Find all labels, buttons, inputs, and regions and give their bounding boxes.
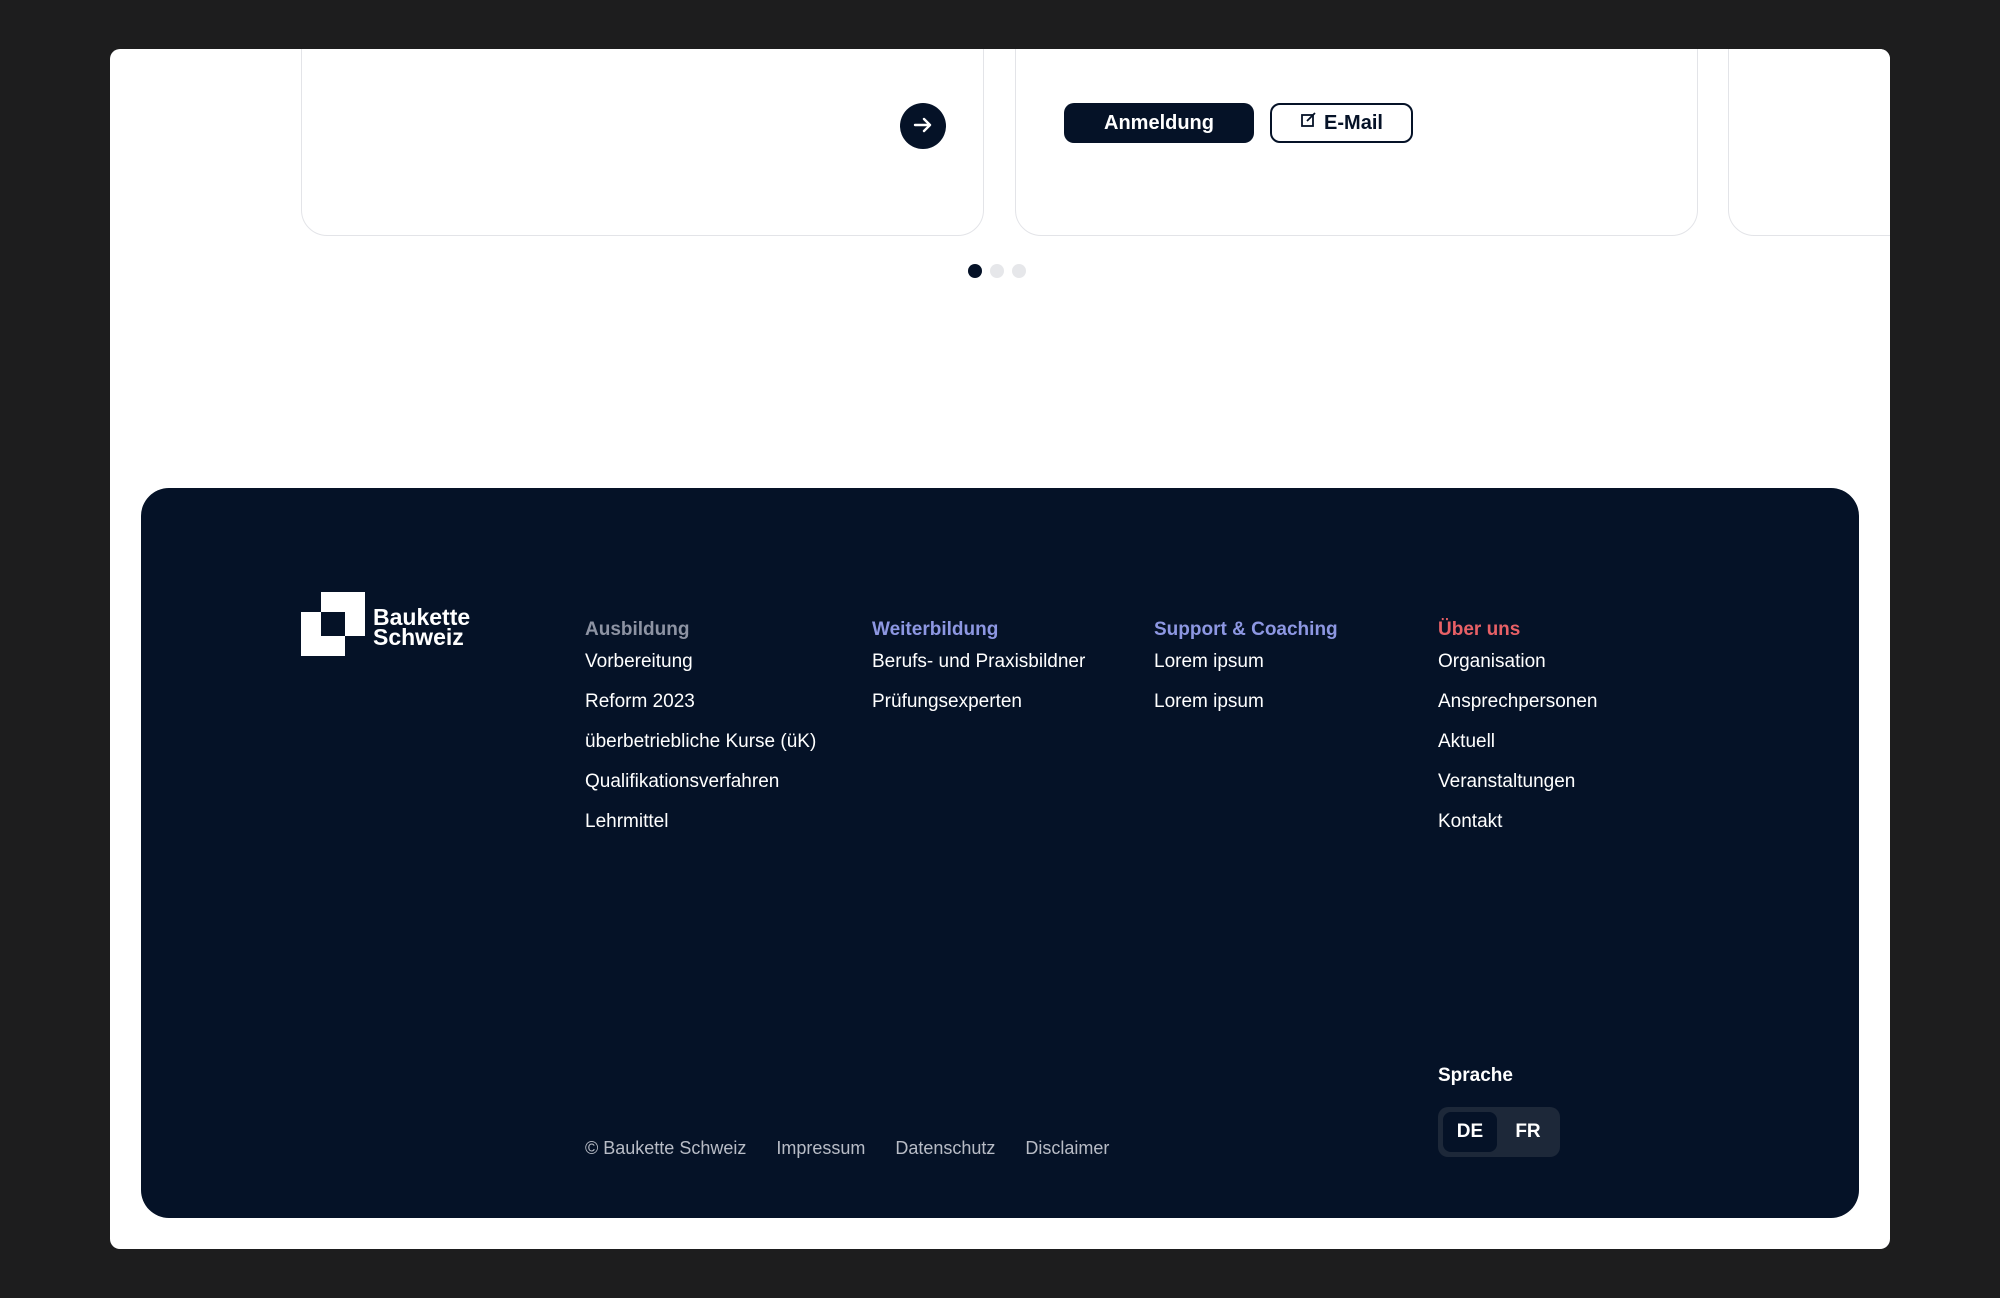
footer-link[interactable]: Lorem ipsum — [1154, 691, 1338, 731]
logo[interactable]: Baukette Schweiz — [301, 592, 470, 661]
footer-column-ueber-uns: Über uns Organisation Ansprechpersonen A… — [1438, 619, 1598, 851]
footer-link[interactable]: Aktuell — [1438, 731, 1598, 771]
register-button[interactable]: Anmeldung — [1064, 103, 1254, 143]
footer-column-weiterbildung: Weiterbildung Berufs- und Praxisbildner … — [872, 619, 1085, 731]
disclaimer-link[interactable]: Disclaimer — [1025, 1138, 1109, 1159]
footer-link[interactable]: überbetriebliche Kurse (üK) — [585, 731, 816, 771]
language-switcher: DE FR — [1438, 1107, 1560, 1157]
legal-links: © Baukette Schweiz Impressum Datenschutz… — [585, 1138, 1109, 1159]
footer-link[interactable]: Kontakt — [1438, 811, 1598, 851]
footer-link[interactable]: Prüfungsexperten — [872, 691, 1085, 731]
carousel-dot[interactable] — [990, 264, 1004, 278]
info-card — [301, 49, 984, 236]
footer-column-support: Support & Coaching Lorem ipsum Lorem ips… — [1154, 619, 1338, 731]
carousel-pagination — [968, 264, 1026, 278]
datenschutz-link[interactable]: Datenschutz — [895, 1138, 995, 1159]
footer-link[interactable]: Qualifikationsverfahren — [585, 771, 816, 811]
footer-link[interactable]: Lorem ipsum — [1154, 651, 1338, 691]
footer-link[interactable]: Reform 2023 — [585, 691, 816, 731]
edit-icon — [1300, 111, 1318, 135]
footer-link[interactable]: Lehrmittel — [585, 811, 816, 851]
footer-link[interactable]: Vorbereitung — [585, 651, 816, 691]
column-heading: Support & Coaching — [1154, 619, 1338, 640]
site-footer: Baukette Schweiz Ausbildung Vorbereitung… — [141, 488, 1859, 1218]
column-heading: Ausbildung — [585, 619, 690, 640]
carousel-dot[interactable] — [968, 264, 982, 278]
footer-column-ausbildung: Ausbildung Vorbereitung Reform 2023 über… — [585, 619, 816, 851]
copyright-text: © Baukette Schweiz — [585, 1138, 747, 1158]
info-card: Anmeldung E-Mail — [1015, 49, 1698, 236]
email-button[interactable]: E-Mail — [1270, 103, 1413, 143]
logo-text: Baukette Schweiz — [373, 605, 470, 650]
carousel-dot[interactable] — [1012, 264, 1026, 278]
footer-link[interactable]: Berufs- und Praxisbildner — [872, 651, 1085, 691]
browser-page: Anmeldung E-Mail Baukette Schweiz Ausbil… — [110, 49, 1890, 1249]
arrow-right-icon — [911, 113, 935, 140]
footer-link[interactable]: Organisation — [1438, 651, 1598, 691]
column-heading: Über uns — [1438, 619, 1521, 640]
email-button-label: E-Mail — [1324, 111, 1383, 134]
language-fr-button[interactable]: FR — [1501, 1112, 1555, 1152]
info-card — [1728, 49, 1890, 236]
impressum-link[interactable]: Impressum — [776, 1138, 865, 1159]
language-label: Sprache — [1438, 1065, 1513, 1086]
footer-link[interactable]: Ansprechpersonen — [1438, 691, 1598, 731]
column-heading: Weiterbildung — [872, 619, 999, 640]
card-next-button[interactable] — [900, 103, 946, 149]
language-de-button[interactable]: DE — [1443, 1112, 1497, 1152]
footer-link[interactable]: Veranstaltungen — [1438, 771, 1598, 811]
logo-mark-icon — [301, 592, 365, 661]
logo-line-2: Schweiz — [373, 623, 464, 650]
